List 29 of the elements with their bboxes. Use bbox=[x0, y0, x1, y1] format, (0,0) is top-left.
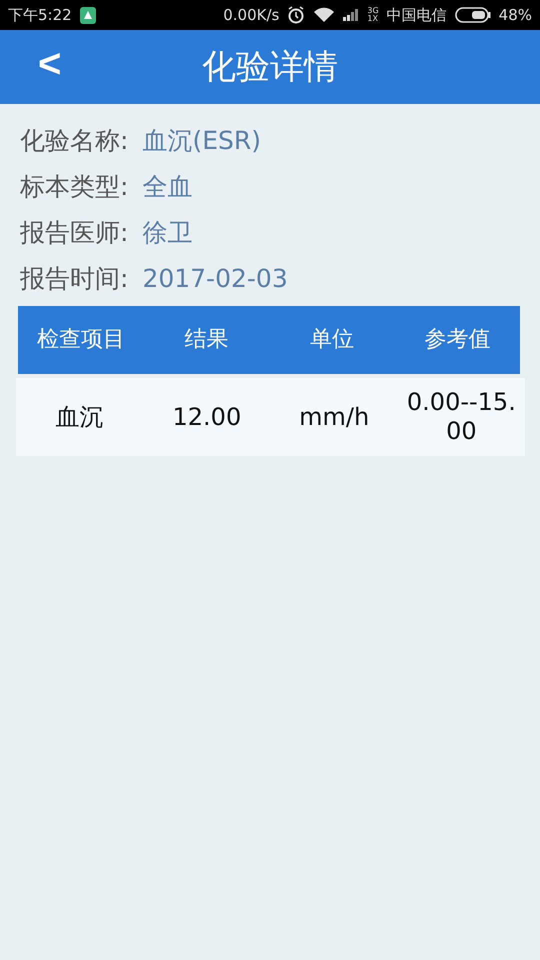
table-cell-text: mm/h bbox=[298, 402, 370, 432]
network-speed-text: 0.00K/s bbox=[223, 4, 280, 26]
field-value: 徐卫 bbox=[142, 217, 192, 250]
field-label: 标本类型: bbox=[20, 171, 128, 204]
column-header: 单位 bbox=[308, 326, 355, 354]
column-header: 检查项目 bbox=[36, 326, 126, 354]
battery-percent-text: 48% bbox=[498, 4, 532, 26]
battery-icon bbox=[454, 7, 491, 23]
wifi-icon bbox=[313, 7, 336, 23]
app-notification-icon bbox=[80, 6, 96, 24]
network-type-text: 1X bbox=[367, 15, 379, 23]
carrier-text: 中国电信 bbox=[386, 4, 447, 26]
alarm-icon bbox=[287, 6, 306, 24]
network-type-text: 3G bbox=[367, 7, 379, 15]
page-title: 化验详情 bbox=[202, 46, 338, 88]
table-cell-text: 12.00 bbox=[172, 402, 242, 432]
field-value: 全血 bbox=[142, 171, 192, 204]
signal-icon bbox=[343, 9, 360, 21]
column-header: 参考值 bbox=[423, 326, 492, 354]
field-label: 报告医师: bbox=[20, 217, 128, 250]
field-value: 2017-02-03 bbox=[142, 263, 288, 296]
field-label: 报告时间: bbox=[20, 263, 128, 296]
back-button[interactable]: < bbox=[32, 44, 68, 84]
table-cell-text: 血沉 bbox=[54, 402, 105, 432]
field-value: 血沉(ESR) bbox=[142, 125, 261, 158]
table-cell-text: 0.00--15.00 bbox=[406, 388, 517, 446]
clock-text: 下午5:22 bbox=[8, 4, 72, 26]
field-label: 化验名称: bbox=[20, 125, 128, 158]
column-header: 结果 bbox=[183, 326, 230, 354]
